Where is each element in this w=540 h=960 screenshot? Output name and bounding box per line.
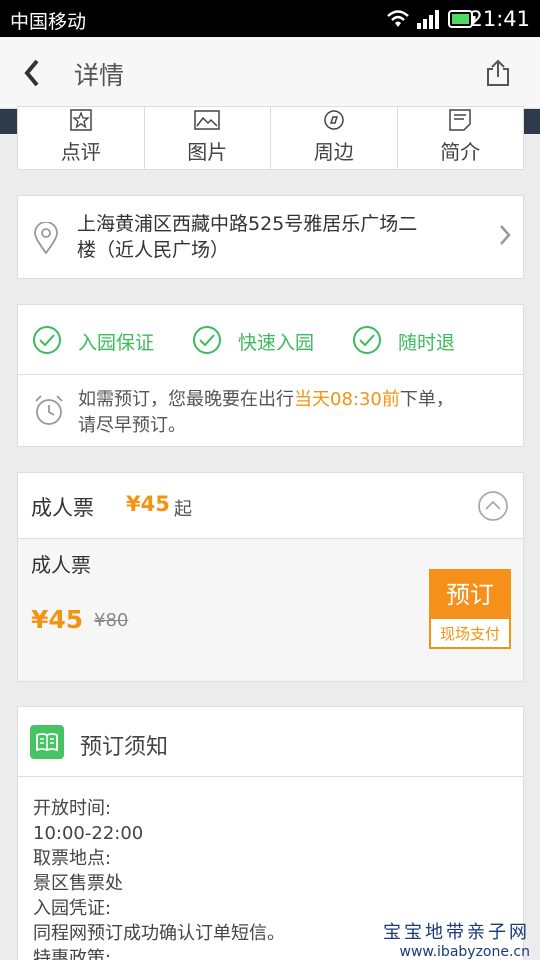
tab-label: 点评 [60,140,101,164]
ticket-type-title: 成人票 [31,496,94,520]
tab-photos[interactable]: 图片 [145,107,271,169]
document-icon [449,109,471,131]
check-circle-icon [33,326,61,354]
book-button[interactable]: 预订 现场支付 [429,569,511,649]
book-button-label: 预订 [431,571,509,619]
clock: 21:41 [469,7,530,31]
notice-line: 景区售票处 [33,873,123,894]
share-icon [487,59,509,86]
alarm-clock-icon [35,395,63,425]
notice-line: 10:00-22:00 [33,823,144,844]
check-circle-icon [353,326,381,354]
tab-label: 图片 [187,140,228,164]
star-icon [70,109,92,131]
page-title: 详情 [74,61,125,90]
tab-reviews[interactable]: 点评 [18,107,145,169]
tab-label: 周边 [313,140,354,164]
notice-line: 特惠政策: [33,948,112,960]
guarantee-label: 入园保证 [78,332,155,354]
carrier-name: 中国移动 [10,11,87,33]
notice-line: 取票地点: [33,848,112,869]
ticket-from-suffix: 起 [174,499,192,520]
notice-prefix: 如需预订，您最晚要在出行 [78,389,294,410]
back-button[interactable] [22,55,52,91]
notice-line: 开放时间: [33,798,112,819]
notice-line: 入园凭证: [33,898,112,919]
share-button[interactable] [484,59,512,87]
ticket-header[interactable]: 成人票 ¥45 起 [18,473,523,539]
signal-icon [417,10,439,29]
check-circle-icon [193,326,221,354]
guarantee-label: 随时退 [398,332,456,354]
guarantee-card: 入园保证 快速入园 随时退 如需预订，您最晚要在出行当天08:30前下单， 请尽… [17,304,524,447]
image-icon [194,110,220,130]
booking-notice-body: 开放时间: 10:00-22:00 取票地点: 景区售票处 入园凭证: 同程网预… [33,796,285,960]
booking-deadline-notice: 如需预订，您最晚要在出行当天08:30前下单， 请尽早预订。 [78,387,518,439]
booking-notice-title: 预订须知 [80,735,169,760]
tab-nearby[interactable]: 周边 [271,107,398,169]
address-text: 上海黄浦区西藏中路525号雅居乐广场二 楼（近人民广场） [77,211,477,263]
watermark-line-1: 宝宝地带亲子网 [383,922,530,943]
ticket-price: ¥45 [31,605,84,634]
ticket-card: 成人票 ¥45 起 成人票 ¥45 ¥80 预订 现场支付 [17,472,524,682]
compass-icon [324,110,344,130]
ticket-item-name: 成人票 [31,553,91,577]
wifi-icon [387,10,409,27]
chevron-right-icon [500,225,511,245]
chevron-up-circle-icon[interactable] [477,490,509,522]
address-line-1: 上海黄浦区西藏中路525号雅居乐广场二 [77,213,418,235]
section-tabs: 点评 图片 周边 简介 [17,106,524,170]
watermark: 宝宝地带亲子网 www.ibabyzone.cn [383,918,530,960]
tab-label: 简介 [440,140,481,164]
payment-method-label: 现场支付 [439,625,500,643]
location-pin-icon [34,222,58,254]
tab-intro[interactable]: 简介 [398,107,524,169]
status-bar: 中国移动 21:41 [0,0,540,37]
guarantee-row: 入园保证 快速入园 随时退 [18,305,523,375]
ticket-original-price: ¥80 [94,610,129,631]
notice-line-2: 请尽早预订。 [78,415,186,436]
notice-deadline: 当天08:30前 [294,389,400,410]
address-line-2: 楼（近人民广场） [77,239,230,261]
guarantee-label: 快速入园 [238,332,315,354]
notice-line: 同程网预订成功确认订单短信。 [33,923,285,944]
notice-suffix: 下单， [399,389,454,410]
book-icon [30,725,64,759]
booking-notice-header: 预订须知 [18,707,523,777]
address-card[interactable]: 上海黄浦区西藏中路525号雅居乐广场二 楼（近人民广场） [17,195,524,279]
watermark-line-2: www.ibabyzone.cn [399,944,530,960]
nav-bar: 详情 [0,37,540,109]
chevron-left-icon [24,59,39,87]
ticket-from-price: ¥45 [126,492,170,516]
